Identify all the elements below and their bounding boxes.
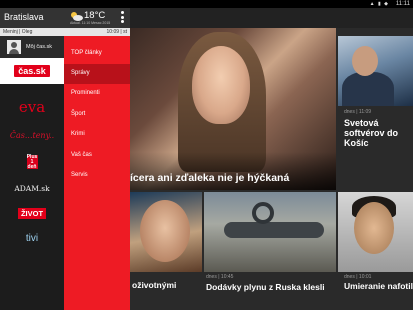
menu-item-prominenti[interactable]: Prominenti [64, 84, 130, 104]
menu-item-servis[interactable]: Servis [64, 166, 130, 186]
image-face [354, 202, 394, 254]
drawer-header: Bratislava 18°C Aktual. 11:10 Mesac 2015 [0, 8, 130, 28]
user-profile[interactable]: Môj čas.sk [0, 36, 64, 58]
adam-logo: ADAM.sk [14, 183, 50, 193]
cas-logo: čas.sk [14, 65, 50, 77]
hero-image-face [192, 46, 250, 124]
image-person [352, 46, 378, 76]
namedays: Meninj | Oleg [3, 29, 33, 35]
plus-1-den-logo: Plus 1 deň [26, 153, 38, 170]
menu-label: Servis [71, 172, 88, 178]
status-bar: ▲ ▮ ◆ 11:11 [0, 0, 413, 8]
article-umieranie[interactable]: dnes | 10:01 Umieranie nafotil [338, 272, 413, 310]
section-menu: TOP články Správy Prominenti Šport Krimi… [64, 36, 130, 310]
article-meta: dnes | 10:45 [206, 274, 234, 280]
zivot-logo: ŽIVOT [17, 207, 47, 219]
brand-tivi[interactable]: tivi [0, 225, 64, 251]
temperature: 18°C [84, 10, 106, 21]
weather-updated: Aktual. 11:10 Mesac 2015 [70, 21, 111, 25]
brand-cas[interactable]: čas.sk [0, 58, 64, 84]
menu-label: Šport [71, 111, 86, 117]
article-meta: dnes | 11:09 [344, 109, 372, 115]
feed-top-strip [130, 8, 413, 28]
brand-eva[interactable]: eva [0, 94, 64, 120]
cas-zeny-logo: Čas...teny.. [9, 130, 55, 140]
clock: 10:09 | st [106, 29, 127, 35]
system-status-icons: ▲ ▮ ◆ [369, 1, 389, 7]
sun-cloud-icon [71, 12, 83, 21]
article-boy[interactable]: oživotnými [130, 272, 202, 310]
eva-logo: eva [18, 98, 46, 116]
app-root: ▲ ▮ ◆ 11:11 ícera ani zďaleka nie je hýč… [0, 0, 413, 310]
article-title: Svetová softvérov do Košíc [344, 118, 399, 148]
city-name[interactable]: Bratislava [4, 12, 44, 22]
image-pipe [224, 222, 324, 238]
article-title: Umieranie nafotil [344, 281, 413, 291]
article-image-boy[interactable] [130, 192, 202, 272]
brand-adam[interactable]: ADAM.sk [0, 175, 64, 201]
brand-zivot[interactable]: ŽIVOT [0, 200, 64, 226]
hero-title: ícera ani zďaleka nie je hýčkaná [130, 172, 290, 184]
article-meta: dnes | 10:01 [344, 274, 372, 280]
article-image-softver[interactable] [338, 36, 413, 106]
article-title: Dodávky plynu z Ruska klesli [206, 282, 325, 292]
hero-article[interactable]: ícera ani zďaleka nie je hýčkaná [130, 28, 336, 190]
menu-item-krimi[interactable]: Krimi [64, 125, 130, 145]
article-gas[interactable]: dnes | 10:45 Dodávky plynu z Ruska klesl… [204, 272, 336, 310]
menu-label: Správy [71, 70, 90, 76]
user-avatar-icon [7, 40, 21, 54]
menu-label: Vaš čas [71, 152, 92, 158]
menu-label: TOP články [71, 50, 102, 56]
navigation-drawer: Bratislava 18°C Aktual. 11:10 Mesac 2015… [0, 8, 130, 310]
menu-item-top-clanky[interactable]: TOP články [64, 44, 130, 64]
brand-column: Môj čas.sk čas.sk eva Čas...teny.. Plus … [0, 36, 64, 310]
article-softver[interactable]: dnes | 11:09 Svetová softvérov do Košíc [338, 106, 413, 148]
hero-shade [130, 152, 336, 190]
overflow-menu-icon[interactable] [118, 11, 126, 25]
menu-item-spravy[interactable]: Správy [64, 64, 130, 84]
menu-item-sport[interactable]: Šport [64, 105, 130, 125]
image-face [140, 200, 190, 262]
menu-label: Krimi [71, 131, 85, 137]
brand-cas-zeny[interactable]: Čas...teny.. [0, 122, 64, 148]
image-valve [252, 202, 274, 224]
brand-plus-1-den[interactable]: Plus 1 deň [0, 149, 64, 175]
article-image-pipeline[interactable] [204, 192, 336, 272]
article-title: oživotnými [132, 280, 177, 290]
image-body [342, 72, 394, 106]
user-label: Môj čas.sk [26, 44, 52, 50]
tivi-logo: tivi [25, 232, 39, 244]
menu-item-vas-cas[interactable]: Vaš čas [64, 146, 130, 166]
article-image-man[interactable] [338, 192, 413, 272]
status-time: 11:11 [395, 1, 410, 7]
menu-label: Prominenti [71, 90, 100, 96]
drawer-subheader: Meninj | Oleg 10:09 | st [0, 28, 130, 36]
